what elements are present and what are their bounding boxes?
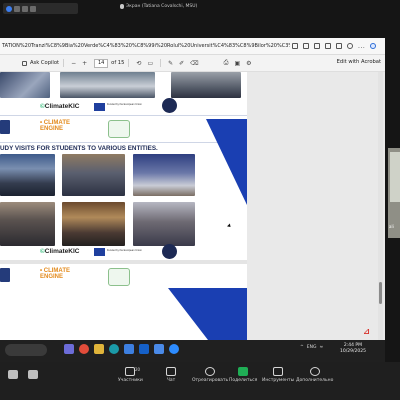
rotate-icon[interactable]: ⟲: [136, 60, 141, 67]
share-label: Поделиться: [229, 378, 258, 383]
share-control-bar[interactable]: [3, 3, 78, 14]
browser-address-bar[interactable]: TATION%20Tranzi%C8%9Bia%20Verde%C4%83%20…: [0, 38, 385, 55]
save-icon[interactable]: ▣: [234, 60, 240, 67]
microphone-icon[interactable]: [8, 370, 18, 379]
share-screen-icon: [238, 367, 249, 376]
extensions-icon[interactable]: [325, 43, 331, 49]
shared-screen: TATION%20Tranzi%C8%9Bia%20Verde%C4%83%20…: [0, 38, 385, 340]
toolbar-divider: [160, 59, 162, 67]
zoom-out-button[interactable]: −: [71, 60, 76, 67]
chat-label: Чат: [166, 378, 176, 383]
read-aloud-icon[interactable]: [303, 43, 309, 49]
screen-icon[interactable]: [22, 5, 28, 12]
presenter-label: Экран (Tatiana Covalschi, MSU): [120, 4, 197, 9]
video-camera-icon[interactable]: [28, 370, 38, 379]
pdf-toolbar: Ask Copilot − + 14 of 15 ⟲ ▭ ✎ ✐ ⌫ ⎙ ▣ ⚙…: [0, 55, 385, 72]
blue-wedge-decoration: [168, 119, 247, 340]
clock-date: 10/29/2025: [340, 349, 366, 354]
share-button[interactable]: Поделиться: [229, 367, 257, 383]
toolbar-divider: [63, 59, 65, 67]
zoom-in-button[interactable]: +: [82, 60, 87, 67]
grid-icon[interactable]: [14, 5, 20, 12]
fit-page-icon[interactable]: ▭: [147, 60, 153, 67]
favorite-star-icon[interactable]: [314, 43, 320, 49]
edge-icon[interactable]: [109, 344, 119, 354]
page-number-input[interactable]: 14: [94, 58, 109, 68]
participants-icon: [125, 367, 136, 376]
zoom-app-icon[interactable]: [169, 344, 179, 354]
zoom-icon[interactable]: [292, 43, 298, 49]
participants-label: Участники: [118, 378, 143, 383]
system-tray[interactable]: ^ ENG ≈: [300, 345, 323, 350]
pdf-url[interactable]: TATION%20Tranzi%C8%9Bia%20Verde%C4%83%20…: [0, 43, 290, 49]
files-icon[interactable]: [94, 344, 104, 354]
more-button[interactable]: Дополнительно: [296, 367, 333, 383]
heart-icon: [205, 367, 216, 376]
copilot-small-icon: [22, 60, 27, 66]
more-options-icon[interactable]: ...: [358, 43, 365, 50]
chrome-icon[interactable]: [79, 344, 89, 354]
microphone-icon: [120, 4, 124, 9]
store-icon[interactable]: [124, 344, 134, 354]
zoom-meeting-window: Экран (Tatiana Covalschi, MSU) TATION%20…: [0, 0, 400, 400]
copilot-app-icon[interactable]: [64, 344, 74, 354]
taskbar-search[interactable]: [5, 344, 47, 356]
pdf-scroll-thumb[interactable]: [379, 282, 382, 304]
language-indicator[interactable]: ENG: [307, 345, 317, 350]
pdf-viewer: ©ClimateKIC Funded by the European Union…: [0, 72, 385, 340]
taskbar-clock[interactable]: 2:44 PM 10/29/2025: [340, 343, 366, 355]
more-icon: [309, 367, 320, 376]
print-icon[interactable]: ⎙: [224, 59, 229, 67]
eraser-icon[interactable]: ⌫: [190, 60, 198, 67]
gear-icon[interactable]: [30, 5, 36, 12]
acrobat-icon[interactable]: ⊿: [362, 327, 371, 336]
edit-with-acrobat-button[interactable]: Edit with Acrobat: [337, 59, 381, 65]
chevron-up-icon[interactable]: ^: [300, 345, 304, 350]
toolbar-divider: [128, 59, 130, 67]
windows-taskbar: ^ ENG ≈ 2:44 PM 10/29/2025: [0, 340, 385, 362]
outlook-icon[interactable]: [139, 344, 149, 354]
video-feed: [390, 152, 400, 202]
collections-icon[interactable]: [336, 43, 342, 49]
pdf-page: ©ClimateKIC Funded by the European Union…: [0, 72, 247, 340]
highlight-icon[interactable]: ✎: [168, 60, 173, 67]
copilot-icon[interactable]: [370, 43, 377, 49]
react-label: Отреагировать: [192, 378, 229, 383]
profile-icon[interactable]: [347, 43, 353, 49]
wifi-icon[interactable]: ≈: [319, 345, 323, 350]
meeting-controls: Участники 20 Чат Отреагировать Поделитьс…: [0, 362, 400, 400]
draw-icon[interactable]: ✐: [179, 60, 184, 67]
shield-icon: [273, 367, 284, 376]
presenter-name: Экран (Tatiana Covalschi, MSU): [126, 4, 198, 9]
chat-button[interactable]: Чат: [166, 367, 176, 383]
participants-count: 20: [135, 367, 141, 372]
ask-copilot-button[interactable]: Ask Copilot: [22, 60, 59, 66]
more-label: Дополнительно: [296, 378, 334, 383]
ask-copilot-label: Ask Copilot: [30, 60, 60, 66]
settings-icon[interactable]: ⚙: [246, 60, 251, 67]
host-tools-label: Инструменты: [262, 378, 295, 383]
participant-video-tile[interactable]: ali: [388, 148, 400, 238]
chat-icon: [166, 367, 176, 376]
react-button[interactable]: Отреагировать: [192, 367, 228, 383]
host-tools-button[interactable]: Инструменты: [262, 367, 294, 383]
shield-icon: [6, 5, 12, 12]
page-total: of 15: [111, 60, 125, 66]
mail-icon[interactable]: [154, 344, 164, 354]
participant-label: ali: [389, 224, 394, 229]
